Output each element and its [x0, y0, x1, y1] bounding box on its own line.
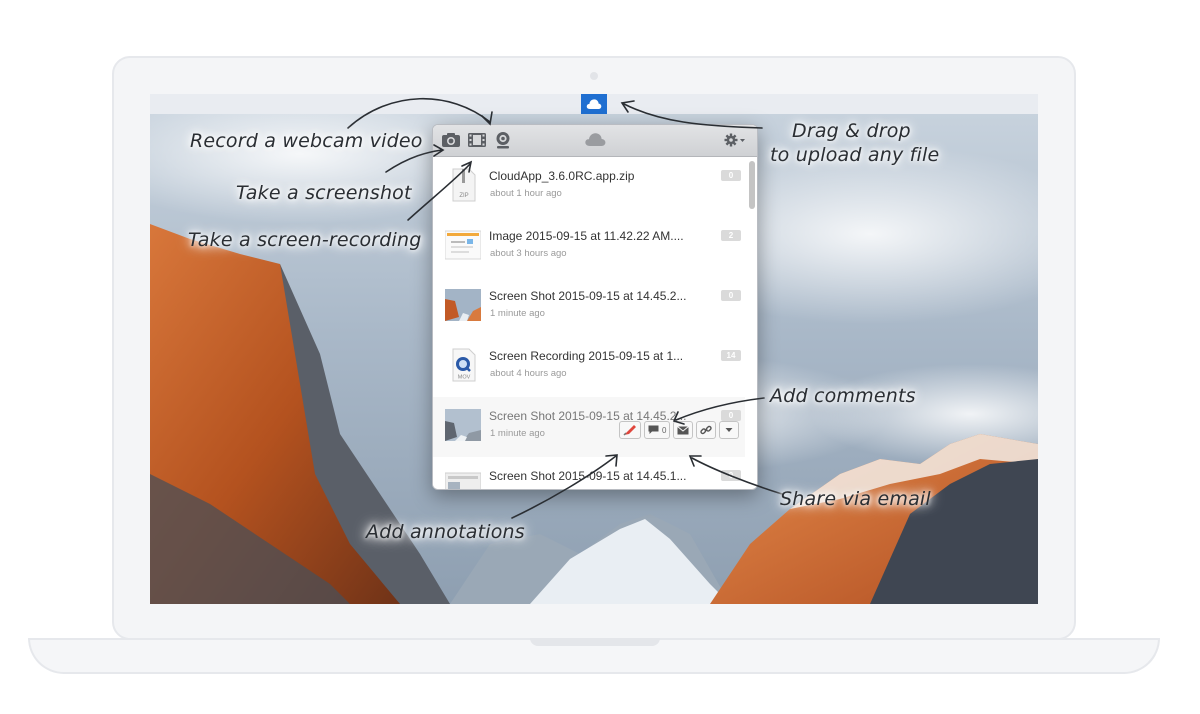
callout-share-email: Share via email: [780, 488, 931, 510]
comments-button[interactable]: 0: [644, 421, 671, 439]
share-email-button[interactable]: [673, 421, 694, 439]
link-icon: [700, 425, 713, 435]
row-actions: 0: [619, 421, 740, 441]
file-time: about 4 hours ago: [490, 368, 567, 379]
webcam-icon[interactable]: [493, 131, 513, 149]
file-row[interactable]: Screen Shot 2015-09-15 at 14.45.1... 0: [433, 457, 745, 489]
file-name: Image 2015-09-15 at 11.42.22 AM....: [489, 229, 684, 243]
callout-drag-drop-line1: Drag & drop: [792, 120, 911, 142]
file-row[interactable]: Image 2015-09-15 at 11.42.22 AM.... abou…: [433, 217, 745, 278]
view-count-badge: 0: [721, 290, 741, 301]
film-icon[interactable]: [467, 131, 487, 149]
envelope-icon: [677, 425, 690, 434]
more-options-button[interactable]: [719, 421, 740, 439]
menu-bar: [150, 94, 1038, 114]
file-name: CloudApp_3.6.0RC.app.zip: [489, 169, 635, 183]
image-thumbnail: [445, 227, 481, 263]
cloud-icon: [586, 99, 602, 109]
chevron-down-icon: [725, 428, 733, 432]
zip-file-icon: ZIP: [445, 167, 481, 203]
callout-record-webcam: Record a webcam video: [190, 130, 423, 152]
gear-icon[interactable]: [723, 131, 747, 149]
annotate-icon: [623, 425, 636, 436]
file-name: Screen Recording 2015-09-15 at 1...: [489, 349, 684, 363]
view-count-badge: 0: [721, 470, 741, 481]
annotate-button[interactable]: [619, 421, 641, 439]
screenshot-thumbnail: [445, 467, 481, 489]
view-count-badge: 0: [721, 170, 741, 181]
callout-screen-recording: Take a screen-recording: [188, 229, 422, 251]
comment-icon: [648, 425, 659, 434]
copy-link-button[interactable]: [696, 421, 717, 439]
svg-text:ZIP: ZIP: [459, 193, 468, 199]
callout-screenshot: Take a screenshot: [236, 182, 412, 204]
cloudapp-popover: ZIP CloudApp_3.6.0RC.app.zip about 1 hou…: [432, 124, 758, 490]
view-count-badge: 2: [721, 230, 741, 241]
file-time: 1 minute ago: [490, 308, 545, 319]
popover-toolbar: [433, 125, 757, 157]
cloudapp-menu-button[interactable]: [581, 94, 607, 114]
file-row[interactable]: ZIP CloudApp_3.6.0RC.app.zip about 1 hou…: [433, 157, 745, 218]
laptop-camera: [590, 72, 598, 80]
file-list[interactable]: ZIP CloudApp_3.6.0RC.app.zip about 1 hou…: [433, 157, 745, 489]
scrollbar[interactable]: [749, 159, 755, 489]
file-name: Screen Shot 2015-09-15 at 14.45.1...: [489, 469, 687, 483]
comment-count: 0: [662, 425, 667, 435]
scroll-thumb[interactable]: [749, 161, 755, 209]
svg-text:MOV: MOV: [458, 375, 471, 381]
callout-add-comments: Add comments: [770, 385, 916, 407]
file-name: Screen Shot 2015-09-15 at 14.45.2...: [489, 289, 687, 303]
file-time: about 3 hours ago: [490, 248, 567, 259]
screenshot-thumbnail: [445, 287, 481, 323]
view-count-badge: 0: [721, 410, 741, 421]
laptop-notch: [530, 638, 660, 646]
view-count-badge: 14: [721, 350, 741, 361]
mov-file-icon: MOV: [445, 347, 481, 383]
file-time: about 1 hour ago: [490, 188, 562, 199]
camera-icon[interactable]: [441, 131, 461, 149]
file-time: 1 minute ago: [490, 428, 545, 439]
cloud-icon: [584, 131, 608, 149]
file-row-selected[interactable]: Screen Shot 2015-09-15 at 14.45.2... 1 m…: [433, 397, 745, 458]
file-row[interactable]: MOV Screen Recording 2015-09-15 at 1... …: [433, 337, 745, 398]
callout-add-annotations: Add annotations: [366, 521, 525, 543]
callout-drag-drop-line2: to upload any file: [770, 144, 940, 166]
screenshot-thumbnail: [445, 407, 481, 443]
file-row[interactable]: Screen Shot 2015-09-15 at 14.45.2... 1 m…: [433, 277, 745, 338]
